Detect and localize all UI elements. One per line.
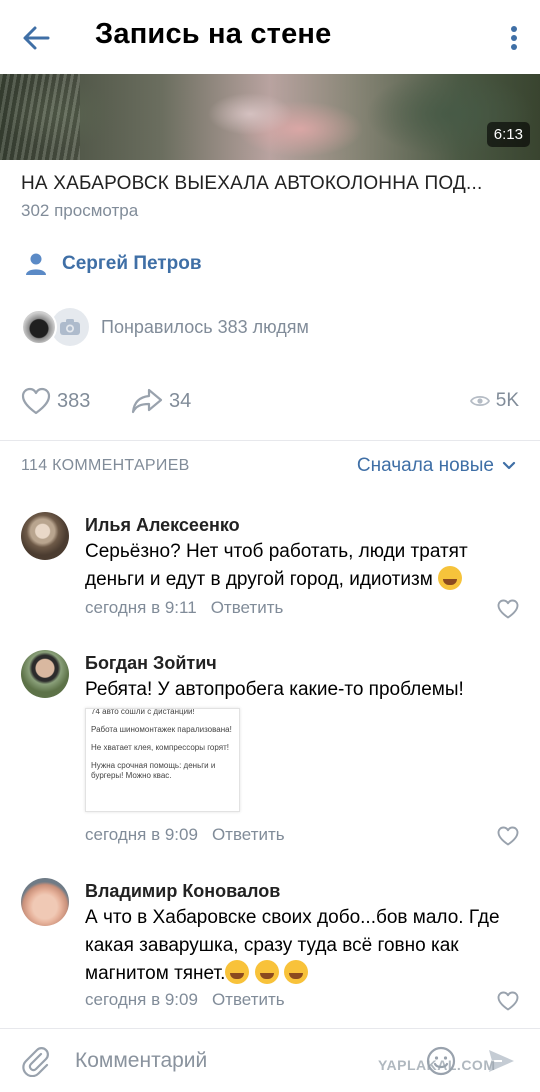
- sort-dropdown[interactable]: Сначала новые: [357, 455, 516, 477]
- divider: [0, 440, 540, 441]
- comment-text-fragment: деньги и едут в другой город, идиотизм: [85, 569, 433, 590]
- reply-button[interactable]: Ответить: [212, 990, 285, 1009]
- comment-meta: сегодня в 9:09 Ответить: [85, 825, 285, 845]
- comment-time: сегодня в 9:09: [85, 990, 198, 1009]
- comment-meta: сегодня в 9:11 Ответить: [85, 598, 283, 618]
- reply-button[interactable]: Ответить: [211, 598, 284, 617]
- rofl-emoji-icon: [283, 960, 308, 984]
- attachment-text: Нужна срочная помощь: деньги и бургеры! …: [91, 761, 216, 780]
- comment-item: Илья Алексеенко Серьёзно? Нет чтоб работ…: [0, 510, 540, 630]
- arrow-left-icon: [23, 26, 50, 50]
- heart-icon: [497, 991, 519, 1011]
- author-link[interactable]: Сергей Петров: [24, 250, 202, 278]
- paperclip-icon: [22, 1047, 49, 1078]
- rofl-emoji-icon: [225, 960, 250, 984]
- top-bar: Запись на стене: [0, 0, 540, 74]
- more-vertical-icon: [511, 26, 517, 50]
- comment-composer: YAPLAKAL.COM: [0, 1029, 540, 1092]
- like-count: 383: [57, 389, 91, 412]
- chevron-down-icon: [502, 461, 516, 470]
- comment-like-button[interactable]: [497, 991, 519, 1011]
- rofl-emoji-icon: [254, 960, 279, 984]
- comment-text-line: Ребята! У автопробега какие-то проблемы!: [85, 679, 464, 700]
- author-name: Сергей Петров: [62, 253, 202, 274]
- comment-text: А что в Хабаровске своих добо...бов мало…: [85, 904, 515, 988]
- heart-icon: [21, 387, 51, 415]
- comment-item: Владимир Коновалов А что в Хабаровске св…: [0, 876, 540, 1016]
- share-count: 34: [169, 389, 192, 412]
- comment-text: Ребята! У автопробега какие-то проблемы!: [85, 676, 515, 704]
- video-frame-texture: [0, 74, 80, 160]
- sort-label: Сначала новые: [356, 455, 494, 476]
- camera-icon: [60, 319, 80, 335]
- likes-summary[interactable]: Понравилось 383 людям: [21, 308, 309, 346]
- avatar[interactable]: [21, 650, 69, 698]
- back-button[interactable]: [18, 20, 54, 56]
- share-button[interactable]: 34: [131, 380, 191, 422]
- attachment-text: Не хватает клея, компрессоры горят!: [91, 743, 229, 752]
- avatar[interactable]: [21, 512, 69, 560]
- reply-button[interactable]: Ответить: [212, 825, 285, 844]
- heart-icon: [497, 599, 519, 619]
- comment-image-attachment[interactable]: 74 авто сошли с дистанции! Работа шиномо…: [85, 708, 240, 812]
- eye-icon: [469, 395, 490, 407]
- comments-count: 114 КОММЕНТАРИЕВ: [21, 457, 190, 474]
- comment-like-button[interactable]: [497, 599, 519, 619]
- comment-input[interactable]: [75, 1043, 375, 1079]
- attach-button[interactable]: [20, 1045, 52, 1078]
- watermark: YAPLAKAL.COM: [378, 1057, 496, 1073]
- heart-icon: [497, 826, 519, 846]
- comment-author[interactable]: Илья Алексеенко: [85, 515, 240, 536]
- comment-time: сегодня в 9:09: [85, 825, 198, 844]
- video-duration-badge: 6:13: [486, 122, 530, 147]
- page-title: Запись на стене: [95, 18, 332, 50]
- likes-summary-text: Понравилось 383 людям: [101, 316, 309, 337]
- thinking-face-emoji-icon: [438, 566, 463, 590]
- share-icon: [131, 388, 163, 414]
- comment-author[interactable]: Богдан Зойтич: [85, 653, 217, 674]
- comment-author[interactable]: Владимир Коновалов: [85, 881, 280, 902]
- avatar[interactable]: [21, 878, 69, 926]
- comment-text-line: деньги и едут в другой город, идиотизм: [85, 566, 515, 594]
- video-title[interactable]: НА ХАБАРОВСК ВЫЕХАЛА АВТОКОЛОННА ПОД...: [21, 173, 521, 195]
- comment-text-line: А что в Хабаровске своих добо...бов мало…: [85, 907, 500, 928]
- user-icon: [26, 253, 46, 275]
- comment-text-fragment: магнитом тянет.: [85, 963, 226, 984]
- attachment-text: 74 авто сошли с дистанции!: [91, 708, 195, 716]
- comment-text-line: Серьёзно? Нет чтоб работать, люди тратят: [85, 541, 468, 562]
- views-count: 5K: [495, 390, 519, 411]
- comment-text: Серьёзно? Нет чтоб работать, люди тратят…: [85, 538, 515, 594]
- video-views: 302 просмотра: [21, 201, 139, 220]
- comment-time: сегодня в 9:11: [85, 598, 197, 617]
- post-actions: 383 34 5K: [0, 380, 540, 422]
- comment-item: Богдан Зойтич Ребята! У автопробега каки…: [0, 648, 540, 860]
- like-button[interactable]: 383: [21, 380, 90, 422]
- avatar: [21, 309, 57, 345]
- comment-text-line: какая заварушка, сразу туда всё говно ка…: [85, 935, 459, 956]
- video-thumbnail[interactable]: 6:13: [0, 74, 540, 160]
- comment-like-button[interactable]: [497, 826, 519, 846]
- comment-meta: сегодня в 9:09 Ответить: [85, 990, 285, 1010]
- attachment-text: Работа шиномонтажек парализована!: [91, 725, 232, 734]
- views-counter: 5K: [469, 380, 519, 422]
- comment-text-line: магнитом тянет.: [85, 960, 515, 988]
- more-button[interactable]: [504, 22, 524, 54]
